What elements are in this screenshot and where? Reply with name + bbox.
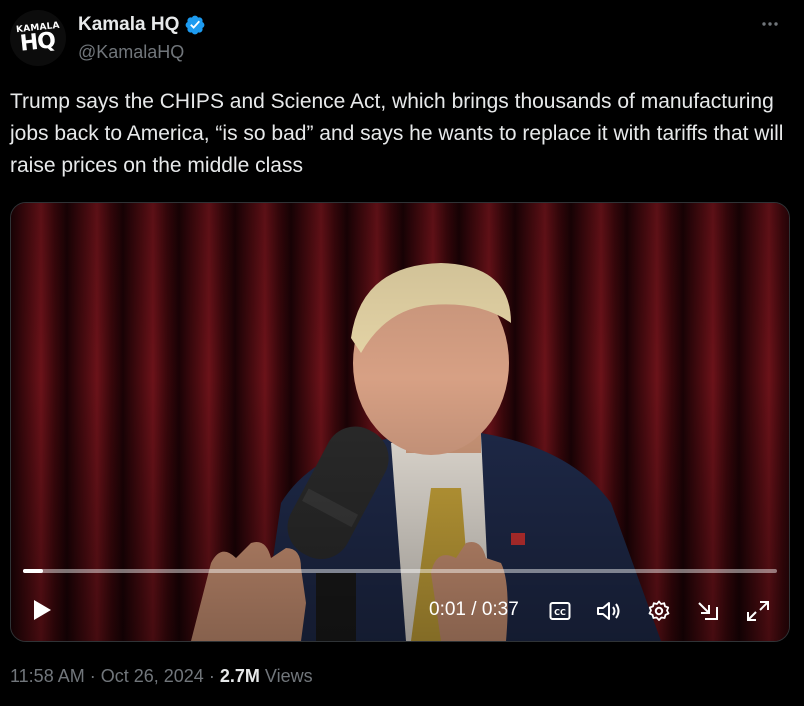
video-time: 0:01 / 0:37 xyxy=(429,599,519,620)
avatar-line2: HQ xyxy=(19,28,57,57)
verified-badge-icon xyxy=(185,15,205,35)
video-progress-bar[interactable] xyxy=(23,569,777,573)
fullscreen-icon[interactable] xyxy=(745,599,771,623)
author-name-row[interactable]: Kamala HQ xyxy=(78,12,206,38)
tweet-meta: 11:58 AM · Oct 26, 2024 · 2.7M Views xyxy=(10,666,313,687)
handle[interactable]: @KamalaHQ xyxy=(78,42,184,63)
display-name[interactable]: Kamala HQ xyxy=(78,14,179,36)
volume-icon[interactable] xyxy=(595,599,623,623)
meta-separator: · xyxy=(208,666,215,686)
pip-icon[interactable] xyxy=(695,599,721,623)
video-player[interactable]: 0:01 / 0:37 CC xyxy=(10,202,790,642)
tweet-text: Trump says the CHIPS and Science Act, wh… xyxy=(10,90,784,177)
captions-icon[interactable]: CC xyxy=(548,599,572,623)
meta-separator: · xyxy=(89,666,96,686)
avatar[interactable]: KAMALA HQ xyxy=(10,10,66,66)
tweet-date[interactable]: Oct 26, 2024 xyxy=(101,666,204,686)
video-progress-fill xyxy=(23,569,44,573)
settings-icon[interactable] xyxy=(647,599,671,623)
more-options-icon[interactable] xyxy=(758,12,782,36)
svg-text:CC: CC xyxy=(554,608,566,617)
views-label: Views xyxy=(264,666,313,686)
play-icon[interactable] xyxy=(29,597,55,623)
tweet-time[interactable]: 11:58 AM xyxy=(10,666,85,686)
views-count: 2.7M xyxy=(219,666,260,686)
